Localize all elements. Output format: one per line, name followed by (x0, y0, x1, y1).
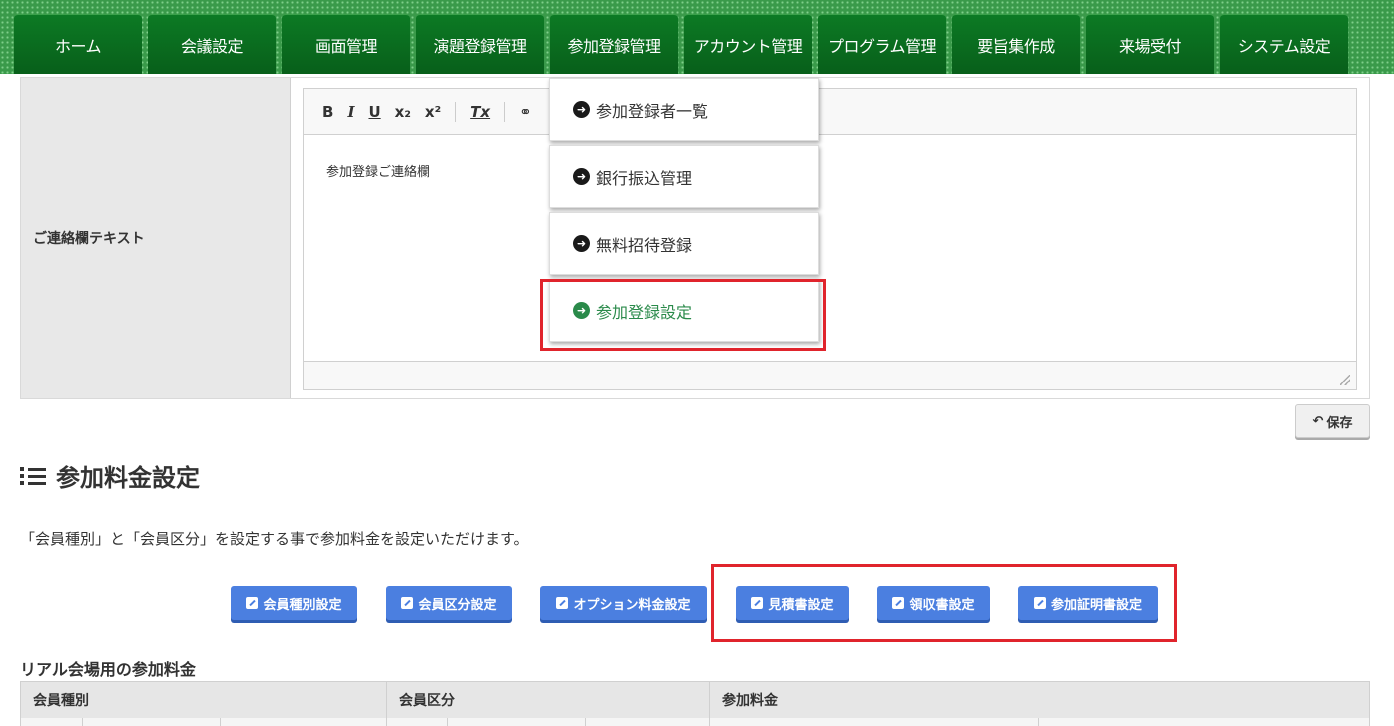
button-label: 会員区分設定 (418, 597, 497, 613)
arrow-right-circle-icon: ➜ (573, 101, 590, 118)
section-description: 「会員種別」と「会員区分」を設定する事で参加料金を設定いただけます。 (20, 530, 529, 548)
button-label: オプション料金設定 (573, 597, 691, 613)
button-label: 会員種別設定 (263, 597, 342, 613)
section-title: 参加料金設定 (20, 458, 200, 493)
edit-icon (1033, 597, 1046, 609)
nav-program-management[interactable]: プログラム管理 (818, 14, 946, 74)
nav-account-management[interactable]: アカウント管理 (684, 14, 812, 74)
column-header-member-type: 会員種別 (21, 682, 387, 718)
nav-screen-management[interactable]: 画面管理 (282, 14, 410, 74)
edit-icon (751, 597, 764, 609)
section-title-text: 参加料金設定 (56, 464, 200, 492)
rich-text-editor: B I U x₂ x² Tx ⚭ 参加登録ご連絡欄 (303, 88, 1357, 390)
nav-abstract-registration[interactable]: 演題登録管理 (416, 14, 544, 74)
nav-participant-registration[interactable]: 参加登録管理 (550, 14, 678, 74)
receipt-settings-button[interactable]: 領収書設定 (877, 586, 990, 620)
edit-icon (892, 597, 905, 609)
fee-table-subheader (21, 718, 1369, 726)
arrow-right-circle-icon: ➜ (573, 235, 590, 252)
main-nav: ホーム 会議設定 画面管理 演題登録管理 参加登録管理 アカウント管理 プログラ… (14, 14, 1348, 74)
menu-item-bank-transfer[interactable]: ➜ 銀行振込管理 (549, 145, 819, 208)
member-type-settings-button[interactable]: 会員種別設定 (231, 586, 357, 620)
editor-toolbar: B I U x₂ x² Tx ⚭ (304, 89, 1356, 135)
subscript-icon[interactable]: x₂ (395, 103, 411, 121)
menu-item-label: 参加登録者一覧 (596, 101, 709, 121)
menu-item-free-invitation[interactable]: ➜ 無料招待登録 (549, 212, 819, 275)
edit-icon (246, 597, 259, 609)
menu-item-label: 参加登録設定 (596, 302, 693, 322)
arrow-right-circle-icon: ➜ (573, 302, 590, 319)
menu-item-registration-settings[interactable]: ➜ 参加登録設定 (549, 279, 819, 342)
bold-icon[interactable]: B (322, 103, 333, 121)
editor-content-text: 参加登録ご連絡欄 (326, 165, 431, 180)
quotation-settings-button[interactable]: 見積書設定 (736, 586, 849, 620)
menu-item-participant-list[interactable]: ➜ 参加登録者一覧 (549, 78, 819, 141)
option-fee-settings-button[interactable]: オプション料金設定 (540, 586, 707, 620)
arrow-right-circle-icon: ➜ (573, 168, 590, 185)
fee-table-header: 会員種別 会員区分 参加料金 (21, 682, 1369, 718)
contact-text-label: ご連絡欄テキスト (21, 78, 291, 398)
attendance-certificate-settings-button[interactable]: 参加証明書設定 (1018, 586, 1158, 620)
undo-arrow-icon: ↶ (1312, 413, 1324, 429)
member-category-settings-button[interactable]: 会員区分設定 (386, 586, 512, 620)
menu-item-label: 銀行振込管理 (596, 168, 693, 188)
italic-icon[interactable]: I (347, 103, 354, 121)
column-header-member-category: 会員区分 (387, 682, 710, 718)
nav-abstract-book[interactable]: 要旨集作成 (952, 14, 1080, 74)
save-button[interactable]: ↶ 保存 (1295, 404, 1370, 438)
nav-conference-settings[interactable]: 会議設定 (148, 14, 276, 74)
nav-home[interactable]: ホーム (14, 14, 142, 74)
save-button-label: 保存 (1326, 415, 1353, 431)
button-label: 領収書設定 (909, 597, 975, 613)
edit-icon (556, 597, 569, 609)
editor-footer (304, 361, 1356, 389)
button-label: 参加証明書設定 (1050, 597, 1142, 613)
superscript-icon[interactable]: x² (425, 103, 441, 121)
column-header-fee: 参加料金 (722, 693, 778, 709)
resize-handle-icon[interactable] (1340, 375, 1350, 385)
toolbar-divider (455, 101, 457, 122)
editor-content-area[interactable]: 参加登録ご連絡欄 (304, 135, 1356, 361)
fee-table: 会員種別 会員区分 参加料金 (20, 681, 1370, 726)
real-venue-fee-title: リアル会場用の参加料金 (20, 660, 196, 679)
toolbar-divider (504, 101, 506, 122)
edit-icon (401, 597, 414, 609)
nav-reception[interactable]: 来場受付 (1086, 14, 1214, 74)
menu-item-label: 無料招待登録 (596, 235, 693, 255)
list-icon (20, 465, 46, 487)
remove-format-icon[interactable]: Tx (470, 103, 490, 121)
underline-icon[interactable]: U (368, 103, 380, 121)
top-navigation-bar: ホーム 会議設定 画面管理 演題登録管理 参加登録管理 アカウント管理 プログラ… (0, 0, 1394, 74)
nav-system-settings[interactable]: システム設定 (1220, 14, 1348, 74)
link-icon[interactable]: ⚭ (519, 103, 532, 121)
button-label: 見積書設定 (768, 597, 834, 613)
